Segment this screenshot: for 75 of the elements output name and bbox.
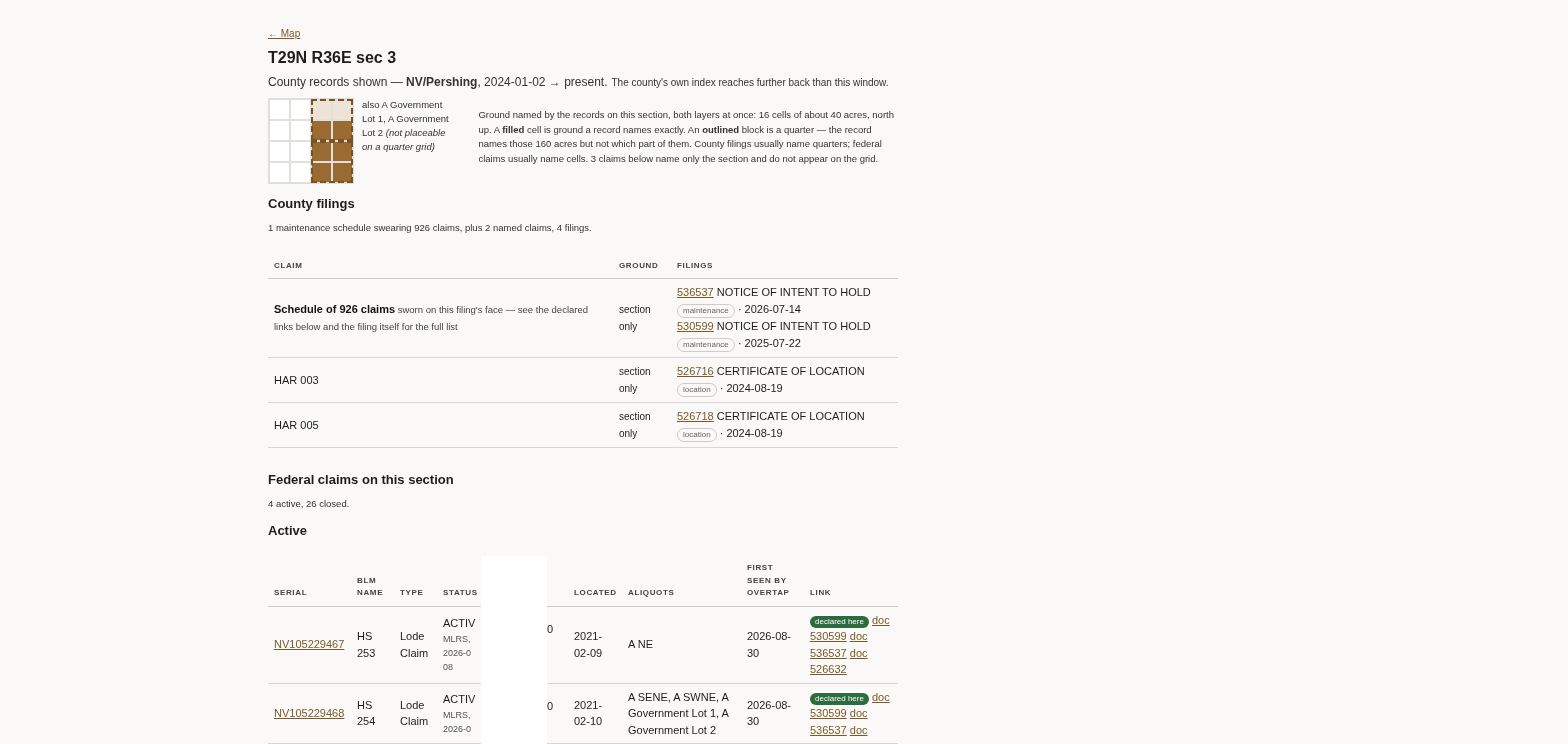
column-header: ALIQUOTS xyxy=(622,556,741,607)
filing-date: 2024-08-19 xyxy=(726,382,783,395)
doc-link[interactable]: 526632 xyxy=(810,663,847,676)
doc-link[interactable]: doc xyxy=(849,707,868,720)
doc-link[interactable]: doc xyxy=(849,646,868,659)
ground-text: section only xyxy=(619,410,652,442)
column-header: CLAIM xyxy=(268,247,613,279)
table-cell: A SENE, A SWNE, A Government Lot 1, A Government Lot 2 xyxy=(628,690,729,736)
table-cell: Lode Claim xyxy=(400,698,429,728)
table-cell: 2021-02-09 xyxy=(574,630,603,659)
subsection-heading: Active xyxy=(268,523,309,541)
table-cell: HS 253 xyxy=(357,630,376,659)
table-cell: A NE xyxy=(628,638,654,651)
column-header: FIRST SEEN BY OVERTAP xyxy=(741,556,804,607)
ground-text: section only xyxy=(619,365,652,397)
section-heading: County filings xyxy=(268,196,356,214)
status-note: MLRS, 2026-0 08 xyxy=(443,632,473,674)
status-text: ACTIV xyxy=(443,616,477,632)
blank-panel xyxy=(481,683,547,744)
table-cell: 2026-08-30 xyxy=(747,698,792,728)
table-cell: 0 xyxy=(547,622,554,635)
filing-date: 2025-07-22 xyxy=(744,337,801,350)
doc-link[interactable]: doc xyxy=(849,630,868,643)
doc-link[interactable]: 536537 xyxy=(810,646,847,659)
table-cell: Lode Claim xyxy=(400,630,429,659)
section-summary: 1 maintenance schedule swearing 926 claims, plus 2 named claims, 4 filings. xyxy=(268,221,593,236)
back-link[interactable]: ← Map xyxy=(268,26,301,41)
column-header: LINK xyxy=(804,556,898,607)
filing-title: CERTIFICATE OF LOCATION xyxy=(716,365,865,378)
doc-link[interactable]: doc xyxy=(872,613,890,626)
page-title: T29N R36E sec 3 xyxy=(268,48,398,68)
declared-badge: declared here xyxy=(810,692,869,705)
column-header: GROUND xyxy=(613,247,671,279)
separator-dot: · xyxy=(737,337,742,350)
filing-link[interactable]: 530599 xyxy=(677,320,714,333)
claim-name: HAR 003 xyxy=(274,373,319,386)
filing-title: CERTIFICATE OF LOCATION xyxy=(716,410,865,423)
filing-title: NOTICE OF INTENT TO HOLD xyxy=(716,286,871,299)
status-text: ACTIV xyxy=(443,692,477,708)
claim-description: Schedule of 926 claims sworn on this filing's face — see the declared links below and the filing itself for the full list xyxy=(274,304,589,333)
column-header: BLM NAME xyxy=(351,556,394,607)
column-header: FILINGS xyxy=(671,247,898,279)
doc-link[interactable]: 530599 xyxy=(810,630,847,643)
section-summary: 4 active, 26 closed. xyxy=(268,496,351,511)
filing-title: NOTICE OF INTENT TO HOLD xyxy=(716,320,871,333)
table-cell: 0 xyxy=(547,699,554,712)
grid-note: also A Government Lot 1, A Government Lot 2 (not placeable on a quarter grid) xyxy=(362,98,450,155)
doc-link[interactable]: 536537 xyxy=(810,723,847,736)
doc-link[interactable]: 530599 xyxy=(810,707,847,720)
separator-dot: · xyxy=(737,303,742,316)
table-cell: 2026-08-30 xyxy=(747,630,792,659)
separator-dot: · xyxy=(719,382,724,395)
doc-link[interactable]: doc xyxy=(872,690,890,703)
filing-link[interactable]: 526716 xyxy=(677,365,714,378)
records-note: The county's own index reaches further back than this window. xyxy=(611,75,889,89)
filing-date: 2026-07-14 xyxy=(744,303,801,316)
status-note: MLRS, 2026-0 xyxy=(443,708,473,736)
records-summary: County records shown — NV/Pershing, 2024-01-02 → present. xyxy=(268,74,608,91)
column-header: TYPE xyxy=(394,556,437,607)
serial-link[interactable]: NV105229468 xyxy=(274,707,345,720)
column-header: SERIAL xyxy=(268,556,351,607)
filing-date: 2024-08-19 xyxy=(726,427,783,440)
doc-link[interactable]: doc xyxy=(849,723,868,736)
grid-legend: Ground named by the records on this section, both layers at once: 16 cells of about 40 acres, north up. A filled cell is ground a record names exactly. An outlined block is a quarter — the record names those 160 acres but not which part of them. County filings usually name quarters; federal claims usually name cells. 3 claims below name only the section and do not appear on the grid. xyxy=(478,108,898,167)
ground-text: section only xyxy=(619,303,652,335)
claim-name: HAR 005 xyxy=(274,418,319,431)
filing-link[interactable]: 526718 xyxy=(677,410,714,423)
declared-badge: declared here xyxy=(810,615,869,628)
separator-dot: · xyxy=(719,427,724,440)
section-heading: Federal claims on this section xyxy=(268,472,455,489)
serial-link[interactable]: NV105229467 xyxy=(274,638,345,651)
filing-link[interactable]: 536537 xyxy=(677,286,714,299)
table-cell: HS 254 xyxy=(357,698,376,728)
column-header: LOCATED xyxy=(568,556,622,607)
table-cell: 2021-02-10 xyxy=(574,698,603,728)
